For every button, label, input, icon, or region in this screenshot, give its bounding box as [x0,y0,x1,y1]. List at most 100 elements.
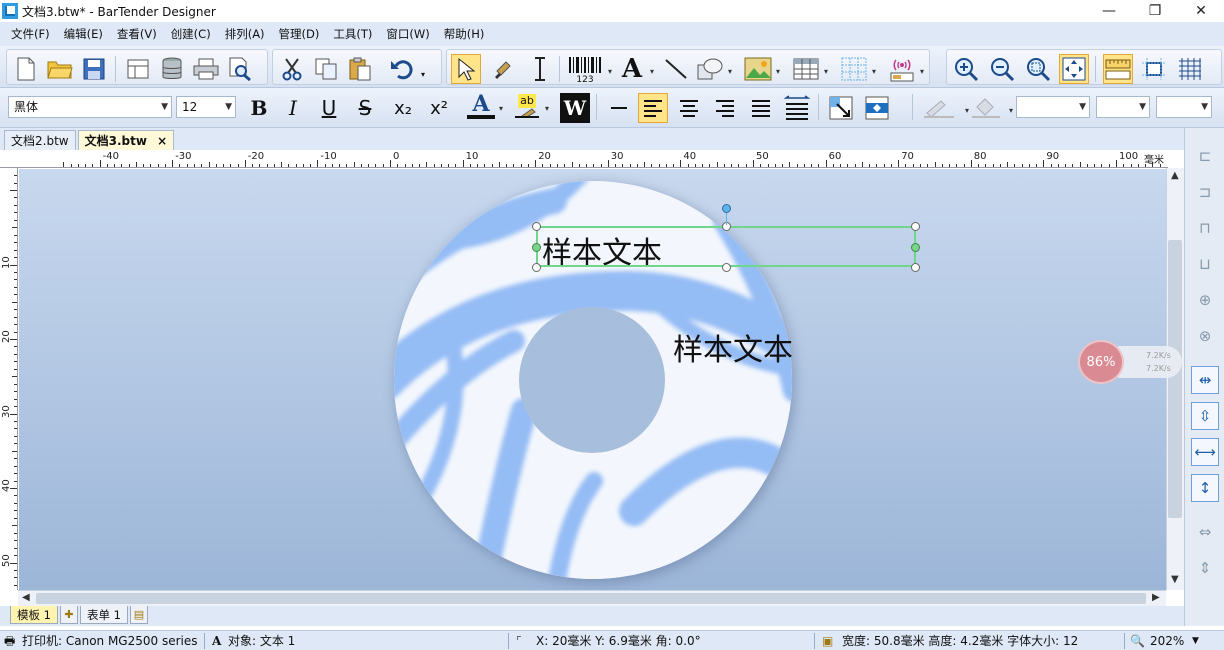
selection-box[interactable] [536,226,916,267]
distribute-horizontal-icon[interactable]: ⇹ [1191,366,1219,394]
minimize-button[interactable]: — [1086,0,1132,22]
print-preview-icon[interactable] [225,54,255,84]
line-weight-dropdown-icon[interactable]: ▼ [1201,97,1208,117]
scroll-down-icon[interactable]: ▼ [1171,574,1179,585]
zoom-dropdown-icon[interactable]: ▼ [1192,631,1199,650]
align-bottom-edges-icon[interactable]: ⊔ [1191,250,1219,278]
underline-button[interactable]: U [314,93,344,123]
fit-to-window-icon[interactable] [1059,54,1089,84]
resize-handle-right[interactable] [911,243,920,252]
close-window-button[interactable]: ✕ [1178,0,1224,22]
tab-template-1[interactable]: 模板 1 [10,606,58,624]
rfid-dropdown-icon[interactable]: ▾ [920,67,924,76]
menu-tools[interactable]: 工具(T) [326,22,379,46]
align-center-icon[interactable] [674,93,704,123]
italic-button[interactable]: I [278,93,308,123]
scroll-up-icon[interactable]: ▲ [1171,170,1179,181]
undo-dropdown-icon[interactable]: ▾ [421,70,425,79]
ruler-toggle-icon[interactable] [1103,54,1133,84]
align-horizontal-centers-icon[interactable]: ⊕ [1191,286,1219,314]
grid-lines-icon[interactable] [1175,54,1205,84]
grid-tool-icon[interactable]: ▾ [839,54,876,84]
menu-create[interactable]: 创建(C) [164,22,218,46]
align-right-icon[interactable] [710,93,740,123]
resize-handle-top-left[interactable] [532,222,541,231]
text-wrap-button[interactable]: W [560,93,590,123]
zoom-out-icon[interactable] [987,54,1017,84]
resize-handle-bottom[interactable] [722,263,731,272]
paste-icon[interactable] [345,54,375,84]
picture-dropdown-icon[interactable]: ▾ [776,67,780,76]
align-none-icon[interactable] [604,93,634,123]
table-tool-icon[interactable]: ▾ [791,54,828,84]
highlight-color-button[interactable]: ab ▾ [512,91,549,121]
resize-handle-left[interactable] [532,243,541,252]
highlight-dropdown-icon[interactable]: ▾ [545,104,549,113]
zoom-level[interactable]: 202% [1150,631,1184,650]
menu-view[interactable]: 查看(V) [110,22,164,46]
table-dropdown-icon[interactable]: ▾ [824,67,828,76]
picture-tool-icon[interactable]: ▾ [743,54,780,84]
scroll-right-icon[interactable]: ▶ [1152,592,1160,603]
align-vertical-centers-icon[interactable]: ⊗ [1191,322,1219,350]
resize-handle-bottom-right[interactable] [911,263,920,272]
text-dropdown-icon[interactable]: ▾ [650,67,654,76]
align-right-edges-icon[interactable]: ⊐ [1191,178,1219,206]
bold-button[interactable]: B [244,93,274,123]
network-speed-widget[interactable]: 86% [1078,340,1124,384]
resize-handle-bottom-left[interactable] [532,263,541,272]
database-icon[interactable] [157,54,187,84]
resize-object-icon[interactable] [826,93,856,123]
fill-color-dropdown-icon[interactable]: ▾ [1009,106,1013,115]
dash-style-select[interactable]: ▼ [1096,96,1150,118]
menu-help[interactable]: 帮助(H) [437,22,492,46]
tab-form-1[interactable]: 表单 1 [79,606,128,624]
menu-arrange[interactable]: 排列(A) [218,22,272,46]
text-cursor-icon[interactable] [525,54,555,84]
snap-guides-icon[interactable] [1139,54,1169,84]
space-horizontal-icon[interactable]: ⇔ [1191,518,1219,546]
line-color-icon[interactable]: ▾ [918,93,969,123]
barcode-dropdown-icon[interactable]: ▾ [608,67,612,76]
font-color-dropdown-icon[interactable]: ▾ [499,104,503,113]
align-top-edges-icon[interactable]: ⊓ [1191,214,1219,242]
save-disk-icon[interactable] [79,54,109,84]
line-tool-icon[interactable] [661,54,691,84]
menu-manage[interactable]: 管理(D) [272,22,327,46]
grid-dropdown-icon[interactable]: ▾ [872,67,876,76]
vertical-scroll-thumb[interactable] [1168,240,1182,518]
font-size-select[interactable]: 12 ▼ [176,96,236,118]
rfid-tool-icon[interactable]: ▾ [887,54,924,84]
rotate-handle[interactable] [722,204,731,213]
font-name-select[interactable]: 黑体 ▼ [8,96,172,118]
font-size-dropdown-icon[interactable]: ▼ [225,97,232,117]
shape-dropdown-icon[interactable]: ▾ [728,67,732,76]
line-style-select[interactable]: ▼ [1016,96,1090,118]
fit-text-width-icon[interactable] [782,93,812,123]
zoom-in-icon[interactable] [951,54,981,84]
format-painter-icon[interactable] [489,54,519,84]
design-canvas[interactable]: 样本文本 样本文本 [19,169,1166,590]
dash-style-dropdown-icon[interactable]: ▼ [1139,97,1146,117]
tab-doc2[interactable]: 文档2.btw [4,130,76,150]
subscript-button[interactable]: x₂ [388,93,418,123]
cut-scissors-icon[interactable] [277,54,307,84]
line-weight-select[interactable]: ▼ [1156,96,1212,118]
shape-tool-icon[interactable]: ▾ [695,54,732,84]
zoom-window-icon[interactable] [1023,54,1053,84]
undo-icon[interactable] [387,54,417,84]
center-horizontal-icon[interactable]: ⟷ [1191,438,1219,466]
align-left-edges-icon[interactable]: ⊏ [1191,142,1219,170]
align-left-icon[interactable] [638,93,668,123]
copy-icon[interactable] [311,54,341,84]
font-name-dropdown-icon[interactable]: ▼ [161,97,168,117]
add-form-icon[interactable]: ▤ [129,606,148,624]
menu-edit[interactable]: 编辑(E) [57,22,110,46]
space-vertical-icon[interactable]: ⇕ [1191,554,1219,582]
open-folder-icon[interactable] [45,54,75,84]
close-tab-icon[interactable]: × [157,134,167,148]
tab-doc3[interactable]: 文档3.btw × [77,130,175,150]
font-color-button[interactable]: A ▾ [466,91,503,121]
barcode-icon[interactable]: 123 ▾ [565,54,612,84]
menu-file[interactable]: 文件(F) [4,22,57,46]
